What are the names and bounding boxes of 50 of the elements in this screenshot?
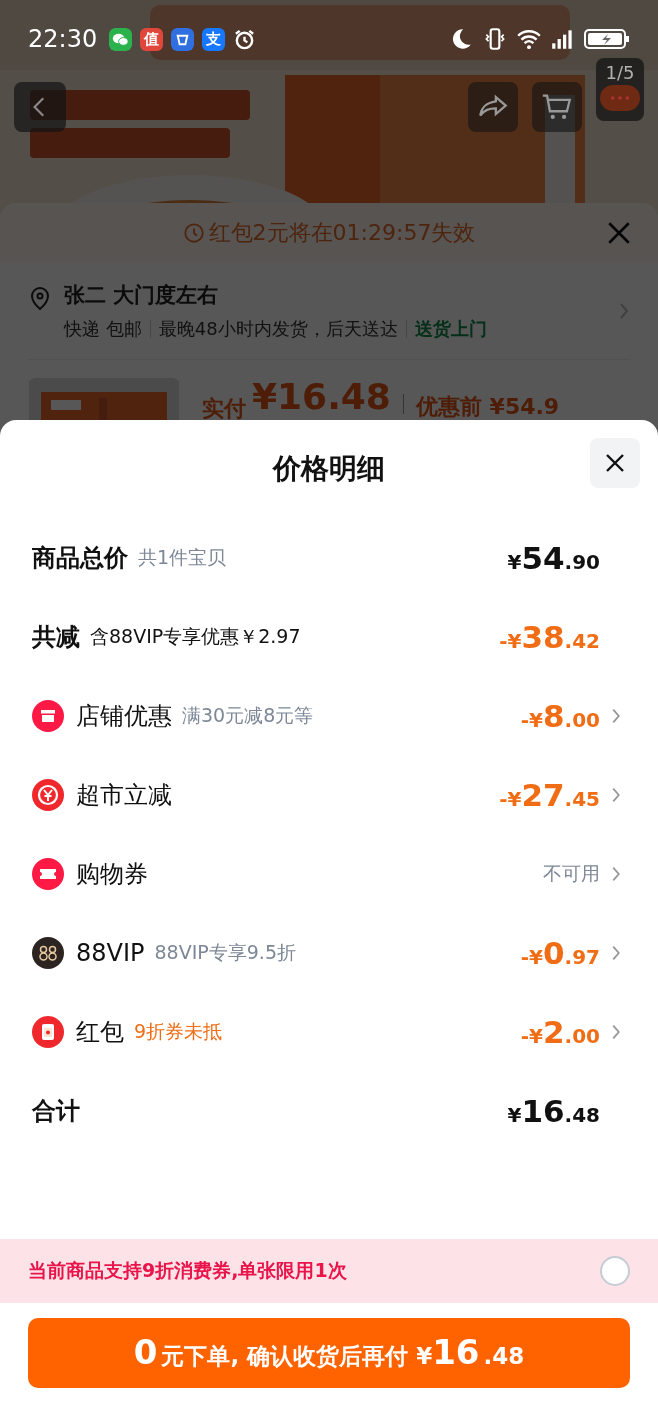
row-note: 含88VIP专享优惠￥2.97 — [90, 623, 301, 649]
delivery-info: 送货上门 — [414, 317, 487, 341]
clock-icon — [182, 222, 205, 244]
row-label: 超市立减 — [76, 779, 172, 811]
image-counter: 1/5 — [605, 62, 635, 83]
back-button[interactable] — [14, 82, 66, 132]
status-text: 不可用 — [543, 860, 600, 886]
ticket-icon — [32, 857, 64, 890]
envelope-icon — [32, 1015, 64, 1048]
delivery-info: 最晚48小时内发货，后天送达 — [158, 317, 398, 341]
row-label: 88VIP — [76, 938, 145, 967]
row-note: 9折券未抵 — [134, 1018, 223, 1044]
row-label: 店铺优惠 — [76, 700, 172, 732]
sheet-title: 价格明细 — [273, 451, 385, 487]
share-button[interactable] — [468, 82, 518, 132]
price: -¥2.00 — [520, 1013, 600, 1050]
vip-badge-icon — [32, 936, 64, 969]
cart-button[interactable] — [532, 82, 582, 132]
row-label: 商品总价 — [32, 542, 128, 574]
price: -¥0.97 — [520, 934, 600, 971]
row-label: 红包 — [76, 1016, 124, 1048]
location-pin-icon — [28, 287, 52, 311]
expiry-timer: 红包2元将在01:29:57失效 — [208, 219, 476, 247]
price: -¥27.45 — [499, 776, 600, 813]
more-button[interactable] — [600, 85, 640, 111]
row-note: 共1件宝贝 — [138, 544, 227, 570]
row-label: 购物券 — [76, 858, 148, 890]
row-note: 满30元减8元等 — [182, 702, 314, 728]
more-icon — [609, 94, 631, 102]
paid-amount: ¥16.48 — [252, 376, 391, 417]
shop-icon — [32, 699, 64, 732]
row-label: 合计 — [32, 1095, 80, 1127]
close-button[interactable] — [590, 438, 640, 488]
delivery-info: 快递 包邮 — [64, 317, 142, 341]
original-price: 优惠前 ¥54.9 — [415, 393, 560, 421]
yen-coin-icon — [32, 778, 64, 811]
close-icon — [606, 220, 632, 246]
address-name: 张二 大门度左右 — [64, 282, 220, 309]
price: ¥16.48 — [507, 1092, 600, 1129]
battery-icon — [584, 28, 630, 50]
coupon-notice: 当前商品支持9折消费券,单张限用1次 — [28, 1258, 348, 1283]
price: -¥8.00 — [520, 697, 600, 734]
paid-label: 实付 — [202, 395, 246, 423]
row-note: 88VIP专享9.5折 — [154, 939, 296, 965]
status-time: 22:30 — [28, 25, 98, 53]
radio-button[interactable] — [600, 1256, 630, 1286]
price: ¥54.90 — [507, 539, 600, 576]
row-label: 共减 — [32, 621, 80, 653]
submit-order-button[interactable]: 0 元下单, 确认收货后再付 ¥16.48 — [28, 1318, 630, 1388]
price: -¥38.42 — [499, 618, 600, 655]
